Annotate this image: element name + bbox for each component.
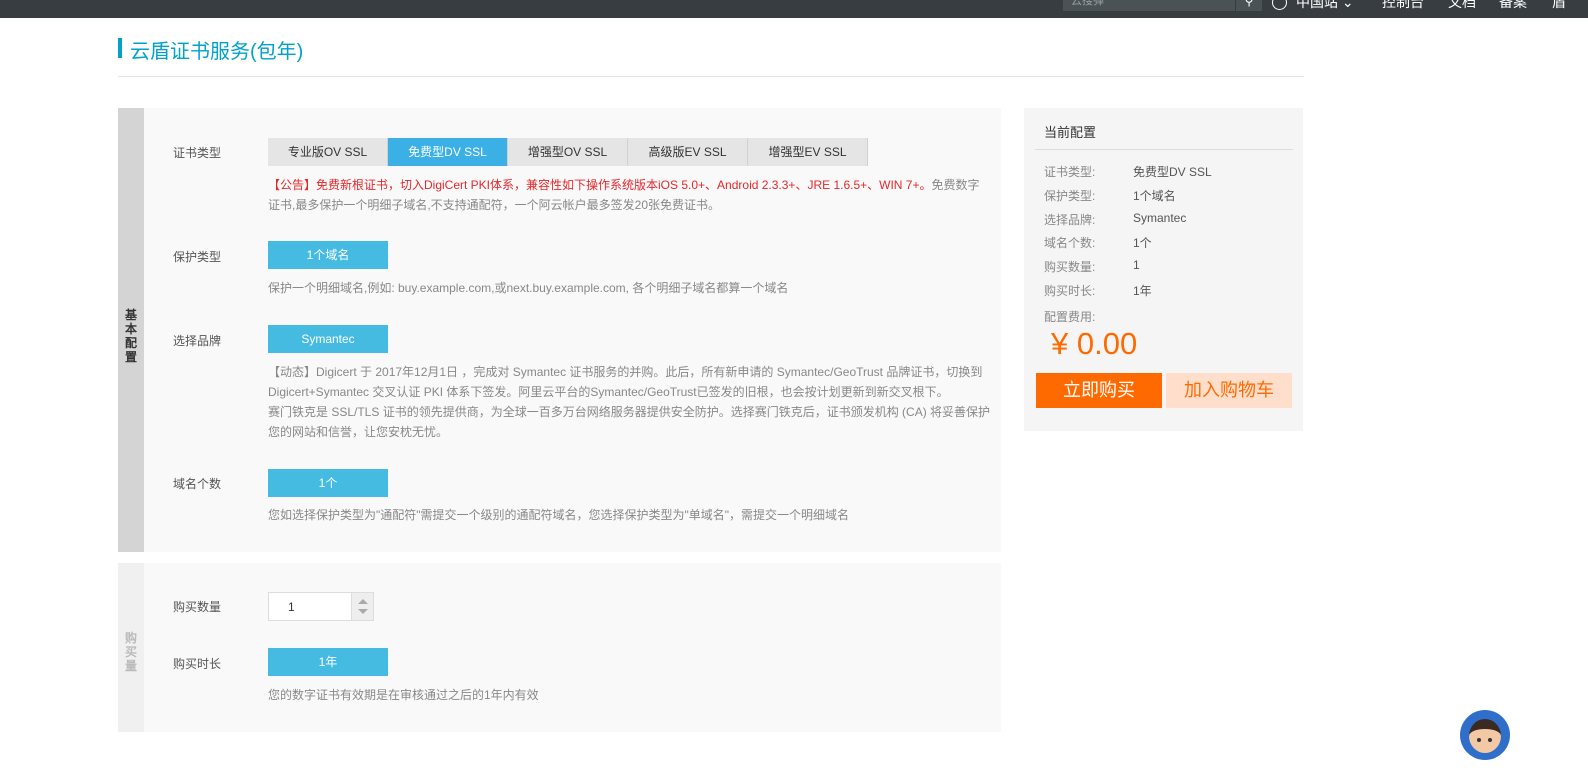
brand-desc-line-3: 赛门铁克是 SSL/TLS 证书的领先提供商，为全球一百多万台网络服务器提供安全… <box>268 405 991 419</box>
avatar-face <box>1469 719 1501 753</box>
nav-docs[interactable]: 文档 <box>1448 0 1476 10</box>
option-free-dv[interactable]: 免费型DV SSL <box>388 138 508 166</box>
purchase-panel: 购买量 购买数量 1 购买时长 1年 您的数字证书有效期是在审核通过之后的1年内… <box>118 563 1001 732</box>
brand-option[interactable]: Symantec <box>268 325 388 353</box>
summary-value: 免费型DV SSL <box>1133 165 1212 179</box>
basic-config-panel: 基本配置 证书类型 专业版OV SSL 免费型DV SSL 增强型OV SSL … <box>118 108 1001 552</box>
announcement-text: 【公告】免费新根证书，切入DigiCert PKI体系，兼容性如下操作系统版本i… <box>268 178 932 192</box>
summary-key: 选择品牌: <box>1044 213 1096 227</box>
protect-type-option[interactable]: 1个域名 <box>268 241 388 269</box>
domain-count-label: 域名个数 <box>173 477 222 491</box>
cert-type-selector: 专业版OV SSL 免费型DV SSL 增强型OV SSL 高级版EV SSL … <box>268 138 868 166</box>
region-selector[interactable]: 中国站 ⌄ <box>1296 0 1354 10</box>
domain-count-option[interactable]: 1个 <box>268 469 388 497</box>
add-to-cart-button[interactable]: 加入购物车 <box>1166 373 1292 408</box>
avatar-eye <box>1488 738 1492 742</box>
chevron-down-icon: ⌄ <box>1341 0 1354 10</box>
current-config-summary: 当前配置 证书类型: 免费型DV SSL 保护类型: 1个域名 选择品牌: Syman… <box>1024 108 1303 431</box>
cert-type-label: 证书类型 <box>173 146 222 160</box>
option-enhanced-ev[interactable]: 增强型EV SSL <box>748 138 868 166</box>
section-tab-purchase: 购买量 <box>118 563 144 732</box>
quantity-value[interactable]: 1 <box>288 600 295 614</box>
buy-now-button[interactable]: 立即购买 <box>1036 373 1162 408</box>
option-enhanced-ov[interactable]: 增强型OV SSL <box>508 138 628 166</box>
summary-key: 证书类型: <box>1044 165 1096 179</box>
summary-title: 当前配置 <box>1044 125 1097 140</box>
globe-icon <box>1272 0 1287 10</box>
support-avatar-icon[interactable] <box>1460 710 1510 760</box>
summary-key: 域名个数: <box>1044 236 1096 250</box>
nav-icp[interactable]: 备案 <box>1499 0 1527 10</box>
quantity-stepper[interactable]: 1 <box>268 592 374 621</box>
summary-key: 购买数量: <box>1044 260 1096 274</box>
search-input[interactable]: 云搜弹 <box>1063 0 1235 11</box>
increment-icon[interactable] <box>358 599 368 604</box>
nav-more[interactable]: 盾 <box>1552 0 1566 10</box>
option-pro-ov[interactable]: 专业版OV SSL <box>268 138 388 166</box>
decrement-icon[interactable] <box>358 609 368 614</box>
domain-count-desc: 您如选择保护类型为"通配符"需提交一个级别的通配符域名，您选择保护类型为"单域名… <box>268 508 850 522</box>
brand-label: 选择品牌 <box>173 334 222 348</box>
duration-label: 购买时长 <box>173 657 222 671</box>
brand-desc-line-1: 【动态】Digicert 于 2017年12月1日 ，完成对 Symantec … <box>268 365 983 379</box>
price-total: ¥ 0.00 <box>1051 326 1138 361</box>
summary-key: 购买时长: <box>1044 284 1096 298</box>
quantity-label: 购买数量 <box>173 600 222 614</box>
fee-label: 配置费用: <box>1044 310 1096 324</box>
cert-type-notice: 【公告】免费新根证书，切入DigiCert PKI体系，兼容性如下操作系统版本i… <box>268 175 986 215</box>
summary-key: 保护类型: <box>1044 189 1096 203</box>
summary-value: 1年 <box>1133 284 1152 298</box>
nav-console[interactable]: 控制台 <box>1382 0 1424 10</box>
title-accent-bar <box>118 38 122 58</box>
summary-value: 1个域名 <box>1133 189 1176 203</box>
divider <box>1035 149 1293 150</box>
protect-type-label: 保护类型 <box>173 250 222 264</box>
duration-option[interactable]: 1年 <box>268 648 388 676</box>
summary-value: 1 <box>1133 258 1140 272</box>
protect-type-desc: 保护一个明细域名,例如: buy.example.com,或next.buy.e… <box>268 281 789 295</box>
brand-desc-line-2: Digicert+Symantec 交叉认证 PKI 体系下签发。阿里云平台的S… <box>268 385 949 399</box>
duration-desc: 您的数字证书有效期是在审核通过之后的1年内有效 <box>268 688 539 702</box>
search-icon[interactable]: ⚲ <box>1236 0 1262 11</box>
divider <box>118 76 1304 77</box>
section-label-basic: 基本配置 <box>124 308 137 364</box>
option-advanced-ev[interactable]: 高级版EV SSL <box>628 138 748 166</box>
summary-value: Symantec <box>1133 211 1187 225</box>
top-nav-bar: 云搜弹 ⚲ 中国站 ⌄ 控制台 文档 备案 盾 <box>0 0 1588 18</box>
section-tab-basic: 基本配置 <box>118 108 144 552</box>
page-title: 云盾证书服务(包年) <box>130 41 304 63</box>
avatar-eye <box>1477 738 1481 742</box>
region-label: 中国站 <box>1296 0 1338 10</box>
stepper-arrows <box>351 593 373 620</box>
brand-desc-line-4: 您的网站和信誉，让您安枕无忧。 <box>268 425 449 439</box>
summary-value: 1个 <box>1133 236 1152 250</box>
section-label-purchase: 购买量 <box>124 631 137 673</box>
